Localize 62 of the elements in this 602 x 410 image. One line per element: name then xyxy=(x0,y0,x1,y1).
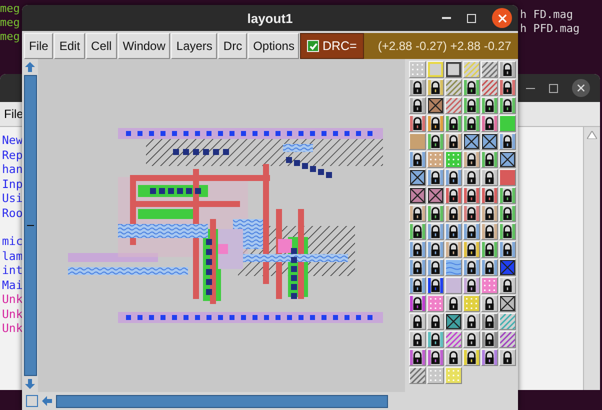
menu-button[interactable]: Cell xyxy=(86,33,117,59)
layer-tile[interactable] xyxy=(499,259,516,276)
close-icon[interactable] xyxy=(572,79,590,97)
layer-tile[interactable] xyxy=(427,187,444,204)
scroll-left-icon[interactable] xyxy=(41,395,53,407)
layer-tile[interactable] xyxy=(463,133,480,150)
scrollbar[interactable] xyxy=(583,127,600,390)
console-text: int xyxy=(2,263,23,278)
console-text: han xyxy=(2,162,23,176)
scrollbar-thumb[interactable] xyxy=(56,394,388,408)
layer-tile[interactable] xyxy=(445,61,462,78)
console-text: Unk xyxy=(2,306,23,321)
scroll-up-icon[interactable] xyxy=(24,61,36,73)
drc-toggle[interactable]: DRC= xyxy=(300,33,364,59)
checkbox[interactable] xyxy=(307,40,320,52)
zoom-box-icon[interactable] xyxy=(26,395,38,407)
terminal-text: meg xyxy=(0,30,20,44)
close-icon[interactable] xyxy=(492,8,512,28)
layer-tile[interactable] xyxy=(499,151,516,168)
layer-tile[interactable] xyxy=(481,79,498,96)
console-text: Inp xyxy=(2,176,23,191)
menu-button[interactable]: File xyxy=(24,33,54,59)
layer-tile[interactable] xyxy=(445,331,462,348)
scroll-down-icon[interactable] xyxy=(24,378,36,390)
layer-tile[interactable] xyxy=(409,367,426,384)
layer-tile[interactable] xyxy=(445,79,462,96)
terminal-text: h FD.mag xyxy=(520,8,574,22)
console-text: Unk xyxy=(2,292,23,306)
layer-tile[interactable] xyxy=(481,61,498,78)
layer-tile[interactable] xyxy=(445,97,462,114)
scroll-up-icon[interactable] xyxy=(587,131,597,139)
terminal-text: meg xyxy=(0,16,20,30)
layer-tile[interactable] xyxy=(409,187,426,204)
console-text: mic xyxy=(2,234,23,248)
window-title: layout1 xyxy=(247,10,293,26)
layer-tile[interactable] xyxy=(499,331,516,348)
console-text: New xyxy=(2,133,23,148)
menu-button[interactable]: Drc xyxy=(218,33,248,59)
menu-item[interactable]: File xyxy=(4,107,24,121)
maximize-icon[interactable] xyxy=(549,84,558,92)
vertical-scrollbar[interactable] xyxy=(22,59,38,392)
layer-tile[interactable] xyxy=(427,97,444,114)
layer-tile[interactable] xyxy=(481,133,498,150)
menu-button[interactable]: Layers xyxy=(171,33,218,59)
layer-tile[interactable] xyxy=(499,295,516,312)
console-text: Unk xyxy=(2,321,23,336)
console-text: Rep xyxy=(2,148,23,162)
terminal-text: h PFD.mag xyxy=(520,22,580,36)
console-text: lam xyxy=(2,248,23,263)
console-text: Roo xyxy=(2,206,23,220)
menu-button[interactable]: Options xyxy=(248,33,300,59)
layer-tile[interactable] xyxy=(499,313,516,330)
terminal-text: meg xyxy=(0,2,20,16)
menu-button[interactable]: Window xyxy=(118,33,170,59)
console-text: Usi xyxy=(2,191,23,206)
layer-tile[interactable] xyxy=(409,169,426,186)
layer-tile[interactable] xyxy=(445,313,462,330)
console-text: Mai xyxy=(2,278,23,292)
menu-button[interactable]: Edit xyxy=(54,33,86,59)
drc-label: DRC= xyxy=(322,39,357,53)
coordinate-text: (+2.88 -0.27) +2.88 -0.27 xyxy=(378,39,512,53)
scrollbar-thumb[interactable] xyxy=(24,75,36,376)
